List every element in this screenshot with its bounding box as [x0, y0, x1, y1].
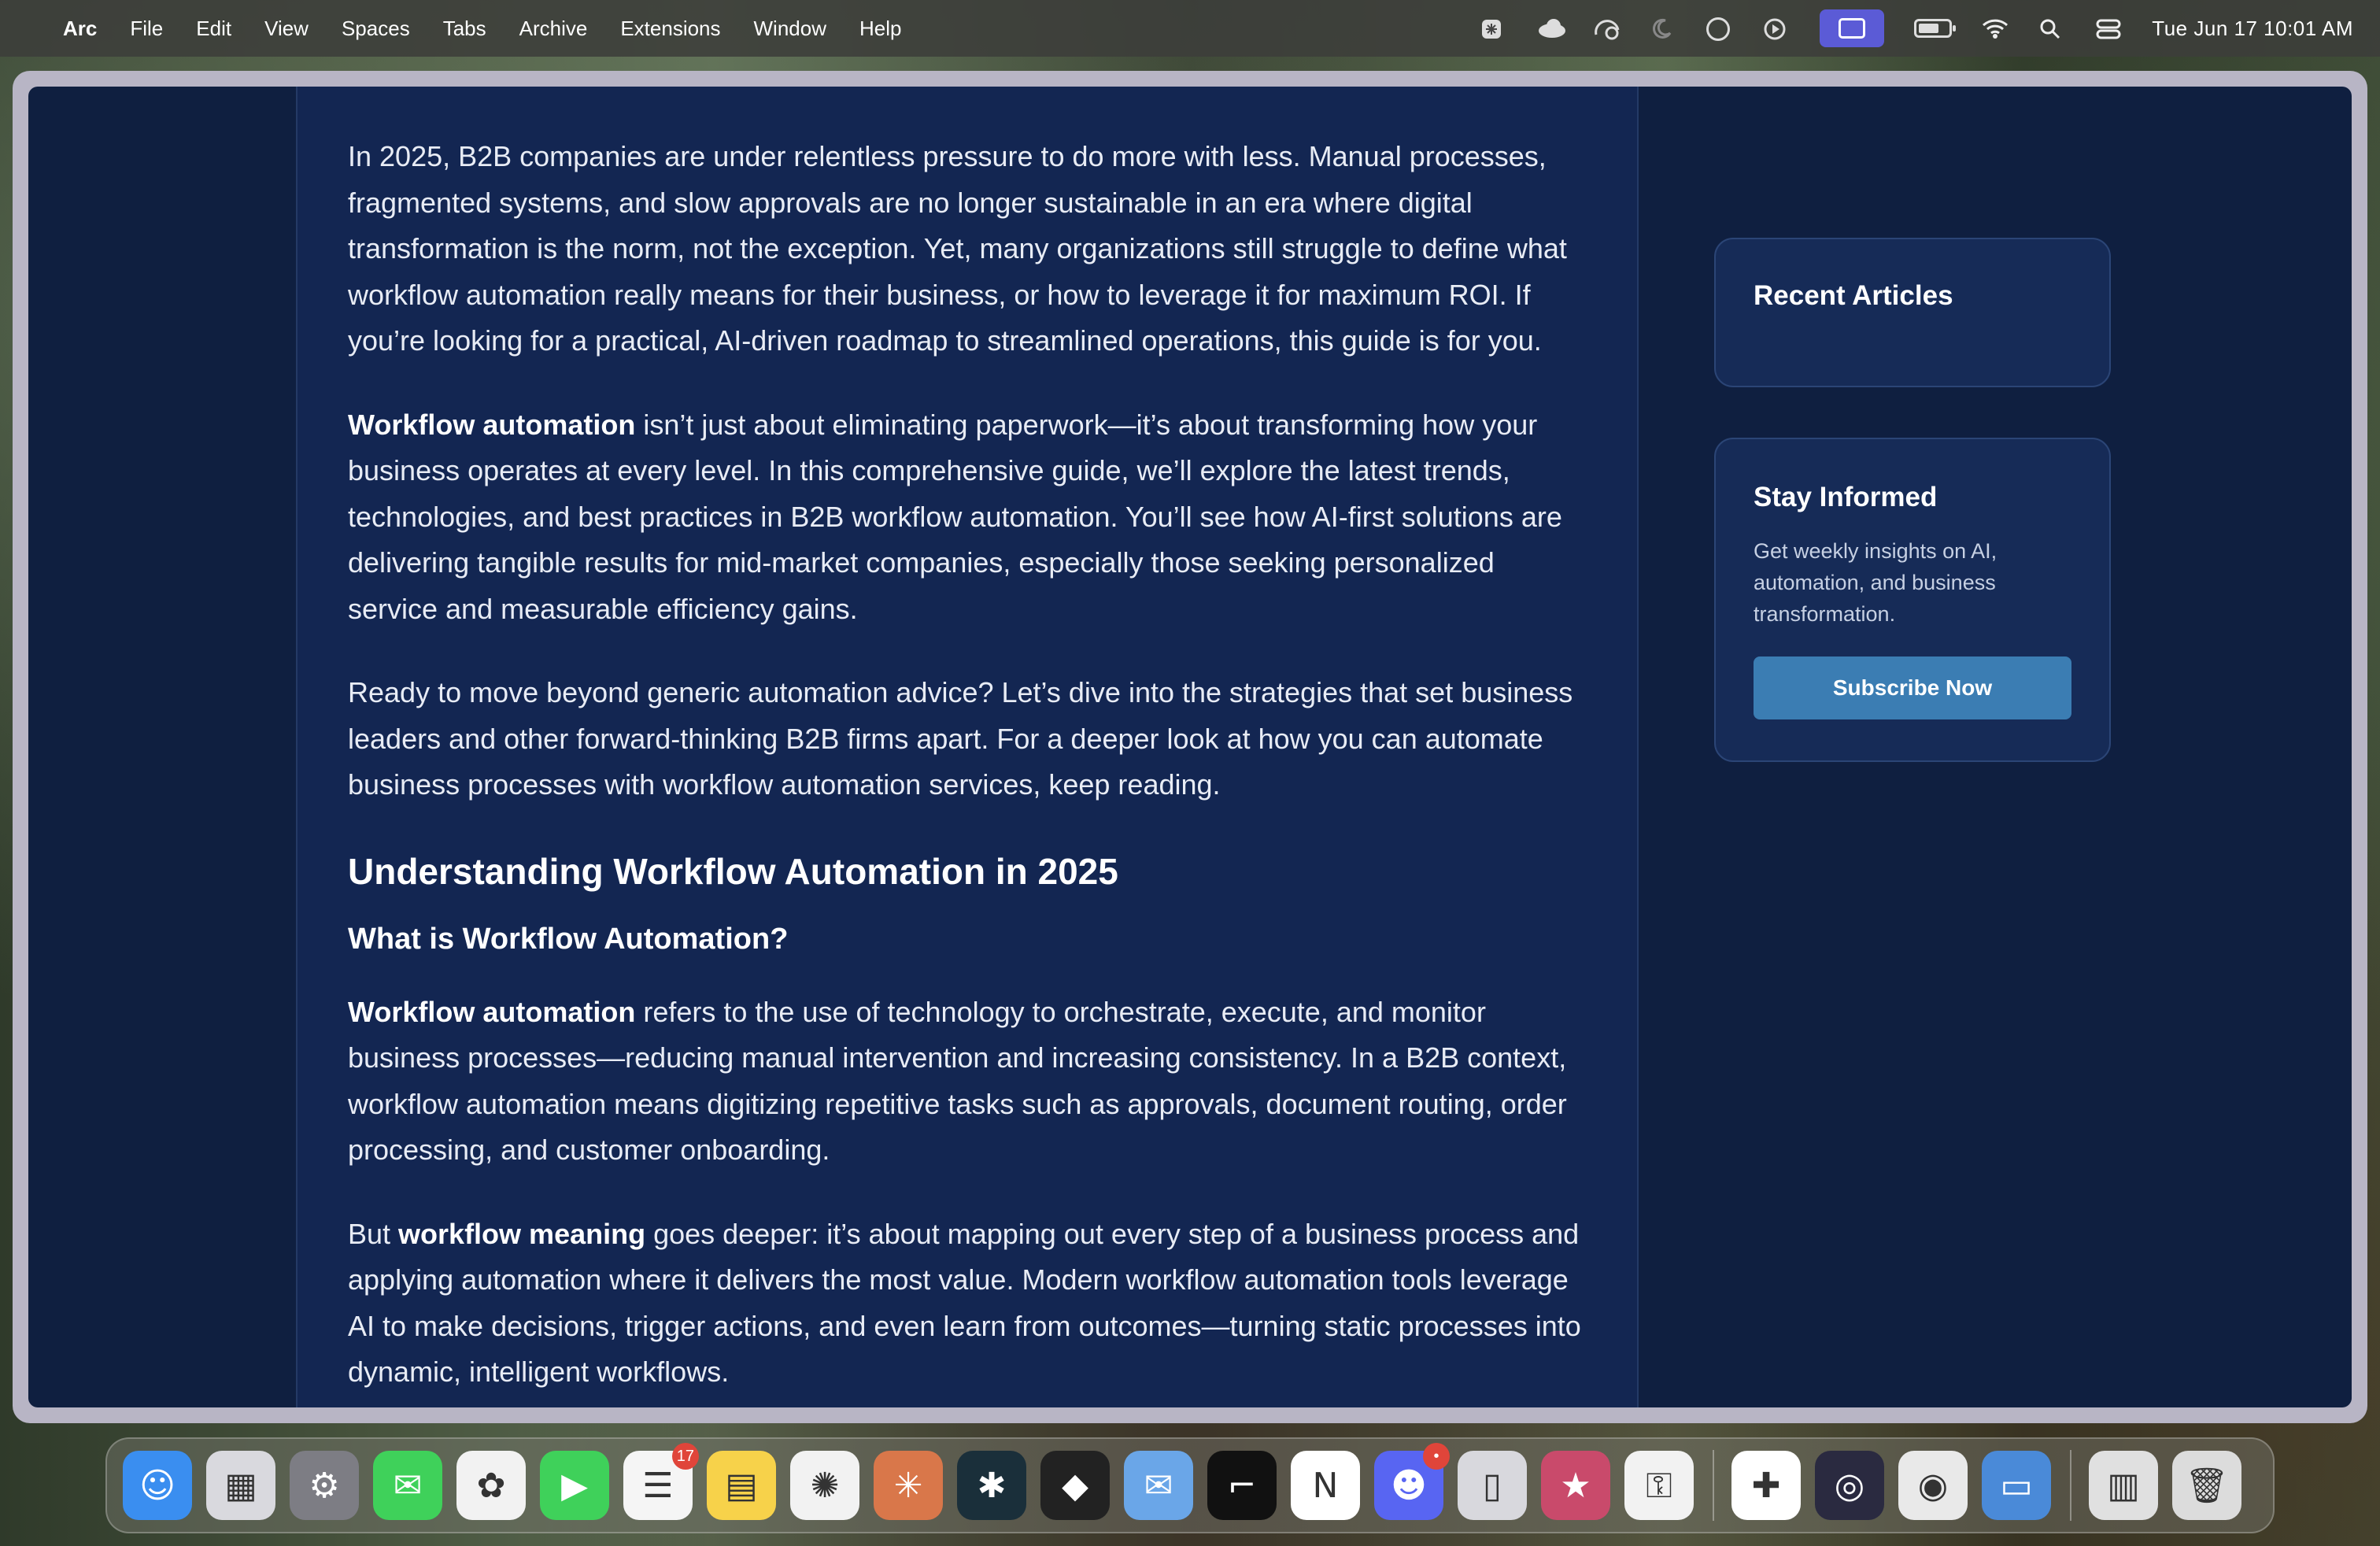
dock-glyph: ✺ — [810, 1465, 840, 1506]
display-icon[interactable]: ▭ — [1982, 1451, 2051, 1520]
notion-icon[interactable]: N — [1291, 1451, 1360, 1520]
dock-glyph: ⚿ — [1646, 1465, 1672, 1506]
dock-glyph: ▯ — [1482, 1465, 1502, 1506]
dock-glyph: ✿ — [476, 1465, 506, 1506]
dock-glyph: ⌐ — [1227, 1465, 1257, 1506]
newsletter-card: Stay Informed Get weekly insights on AI,… — [1714, 438, 2111, 762]
grid-icon[interactable] — [1706, 17, 1733, 41]
dock-glyph: ✉ — [393, 1465, 423, 1506]
menu-file[interactable]: File — [130, 17, 163, 41]
control-center-icon[interactable] — [2095, 17, 2122, 39]
menu-edit[interactable]: Edit — [196, 17, 231, 41]
iphone-mirroring-icon[interactable]: ▯ — [1458, 1451, 1527, 1520]
chatgpt-icon[interactable]: ✺ — [790, 1451, 859, 1520]
downloads-stack-icon[interactable]: ▥ — [2089, 1451, 2158, 1520]
dock-separator — [2070, 1450, 2071, 1521]
dock-glyph: ◆ — [1062, 1465, 1088, 1506]
trash-icon[interactable]: 🗑 — [2172, 1451, 2241, 1520]
article-paragraph: Workflow automation refers to the use of… — [348, 989, 1587, 1174]
dock-glyph: N — [1312, 1465, 1339, 1506]
subscribe-button[interactable]: Subscribe Now — [1754, 656, 2071, 719]
dock-glyph: ▦ — [224, 1465, 257, 1506]
article-content: In 2025, B2B companies are under relentl… — [296, 87, 1639, 1407]
discord-icon[interactable]: ☻ • — [1374, 1443, 1450, 1520]
web-page: In 2025, B2B companies are under relentl… — [28, 87, 2352, 1407]
bold-term: workflow meaning — [398, 1217, 646, 1250]
section-heading: Understanding Workflow Automation in 202… — [348, 850, 1118, 892]
dock: ☺ ▦ ⚙ ✉ ✿ ▶ ☰ 17 ▤ ✺ ✳ ✱ ◆ ✉ ⌐ N ☻ • ▯ ★ ⚿ ✚ ◎ ◉ ▭ ▥ 🗑 — [105, 1437, 2275, 1533]
menu-tabs[interactable]: Tabs — [443, 17, 486, 41]
dock-glyph: ▤ — [725, 1465, 758, 1506]
dock-glyph: ◉ — [1917, 1465, 1949, 1506]
wifi-icon[interactable] — [1982, 17, 2009, 39]
dock-glyph: ☻ — [1391, 1465, 1427, 1506]
article-paragraph-intro: In 2025, B2B companies are under relentl… — [348, 140, 1567, 357]
tasks-app-icon[interactable]: ◆ — [1040, 1451, 1110, 1520]
passwords-icon[interactable]: ⚿ — [1624, 1451, 1694, 1520]
mail-app-icon[interactable]: ✉ — [1124, 1451, 1193, 1520]
moon-icon[interactable] — [1650, 17, 1676, 39]
sidebar: Recent Articles Stay Informed Get weekly… — [1714, 238, 2111, 812]
menubar-clock[interactable]: Tue Jun 17 10:01 AM — [2152, 17, 2353, 41]
battery-icon[interactable] — [1914, 19, 1957, 38]
facetime-icon[interactable]: ▶ — [540, 1451, 609, 1520]
finder-icon[interactable]: ☺ — [123, 1451, 192, 1520]
subsection-heading: What is Workflow Automation? — [348, 922, 789, 956]
messages-icon[interactable]: ✉ — [373, 1451, 442, 1520]
menu-archive[interactable]: Archive — [519, 17, 588, 41]
sync-icon[interactable] — [1593, 17, 1620, 40]
menu-extensions[interactable]: Extensions — [620, 17, 720, 41]
dock-glyph: ✱ — [977, 1465, 1007, 1506]
article-paragraph: Ready to move beyond generic automation … — [348, 676, 1573, 801]
bold-term: Workflow automation — [348, 408, 636, 441]
newsletter-title: Stay Informed — [1754, 482, 1938, 512]
perplexity-app-icon[interactable]: ✱ — [957, 1451, 1026, 1520]
perplexity-icon[interactable] — [1480, 17, 1506, 39]
dock-glyph: ▭ — [2000, 1465, 2033, 1506]
creative-app-icon[interactable]: ★ — [1541, 1451, 1610, 1520]
system-settings-icon[interactable]: ⚙ — [290, 1451, 359, 1520]
claude-icon[interactable]: ✳ — [874, 1451, 943, 1520]
dock-glyph: ◎ — [1834, 1465, 1865, 1506]
notes-icon[interactable]: ▤ — [707, 1451, 776, 1520]
dock-glyph: ▶ — [561, 1465, 588, 1506]
dock-glyph: ✚ — [1751, 1465, 1781, 1506]
dock-glyph: ✳ — [893, 1465, 923, 1506]
slack-icon[interactable]: ✚ — [1731, 1451, 1801, 1520]
reminders-icon[interactable]: ☰ 17 — [623, 1443, 699, 1520]
menu-bar: Arc File Edit View Spaces Tabs Archive E… — [0, 0, 2380, 57]
search-icon[interactable] — [2038, 17, 2065, 39]
photos-icon[interactable]: ✿ — [456, 1451, 526, 1520]
dock-separator — [1713, 1450, 1714, 1521]
play-icon[interactable] — [1763, 17, 1790, 40]
obs-icon[interactable]: ◎ — [1815, 1451, 1884, 1520]
dock-glyph: ☰ — [642, 1465, 674, 1506]
menu-spaces[interactable]: Spaces — [342, 17, 410, 41]
paragraph-text: But — [348, 1217, 399, 1250]
article-paragraph: But workflow meaning goes deeper: it’s a… — [348, 1211, 1587, 1396]
arc-browser-window: In 2025, B2B companies are under relentl… — [13, 71, 2367, 1423]
discord-badge: • — [1423, 1443, 1450, 1470]
bold-term: Workflow automation — [348, 995, 636, 1028]
chrome-icon[interactable]: ◉ — [1898, 1451, 1968, 1520]
app-name-menu[interactable]: Arc — [63, 17, 97, 41]
dock-glyph: ⚙ — [309, 1465, 340, 1506]
dock-glyph: 🗑 — [2185, 1466, 2229, 1506]
dock-glyph: ✉ — [1144, 1465, 1173, 1506]
dock-glyph: ☺ — [139, 1465, 176, 1506]
menu-window[interactable]: Window — [754, 17, 826, 41]
cloud-icon[interactable] — [1536, 17, 1566, 39]
recent-articles-title: Recent Articles — [1754, 280, 1953, 311]
reminders-badge: 17 — [671, 1443, 699, 1470]
launchpad-icon[interactable]: ▦ — [206, 1451, 275, 1520]
screenshot-app-icon[interactable]: ⌐ — [1207, 1451, 1277, 1520]
menu-help[interactable]: Help — [859, 17, 901, 41]
menu-view[interactable]: View — [264, 17, 309, 41]
dock-glyph: ▥ — [2107, 1465, 2140, 1506]
dock-glyph: ★ — [1560, 1465, 1591, 1506]
article-paragraph: Workflow automation isn’t just about eli… — [348, 402, 1587, 633]
newsletter-description: Get weekly insights on AI, automation, a… — [1754, 539, 1998, 626]
screen-mirror-icon[interactable] — [1820, 9, 1885, 47]
recent-articles-card: Recent Articles — [1714, 238, 2111, 387]
